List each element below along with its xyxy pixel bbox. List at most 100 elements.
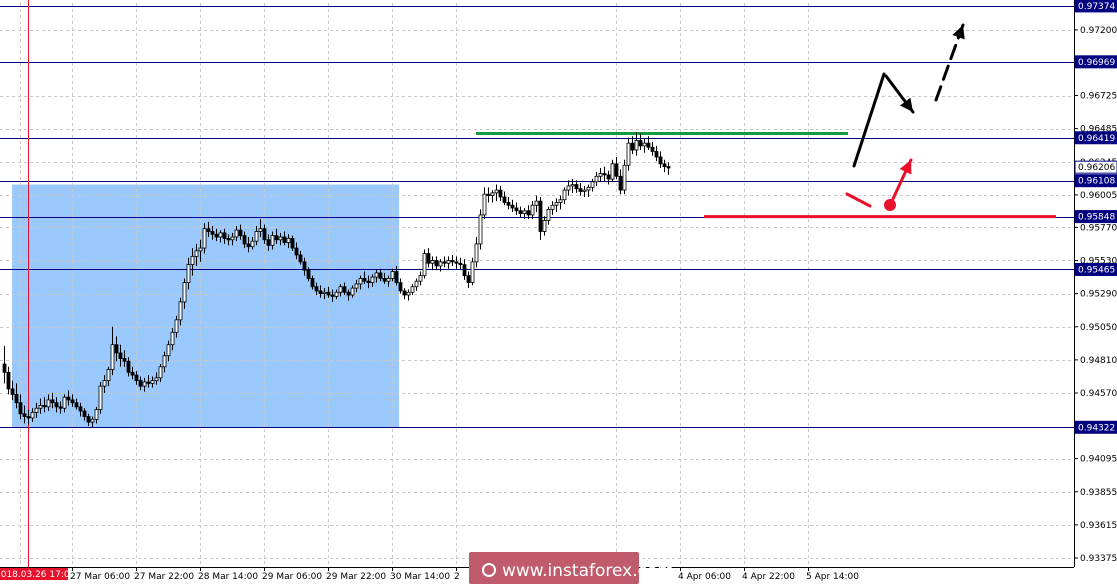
candle-body bbox=[10, 388, 15, 395]
candle-body bbox=[170, 331, 175, 346]
candle-body bbox=[486, 193, 491, 197]
y-tick-label: 0.96725 bbox=[1080, 92, 1117, 102]
candle-body bbox=[630, 142, 635, 151]
candle-body bbox=[650, 146, 655, 152]
candle-body bbox=[466, 275, 471, 283]
candle-body bbox=[354, 283, 359, 289]
candle-body bbox=[526, 210, 531, 216]
candle-body bbox=[150, 380, 155, 384]
candle-body bbox=[318, 290, 323, 295]
candle-body bbox=[326, 291, 331, 296]
candle-body bbox=[482, 193, 487, 216]
candle-body bbox=[634, 139, 639, 151]
candle-body bbox=[246, 243, 251, 248]
y-tick-label: 0.97200 bbox=[1080, 26, 1117, 36]
candle-body bbox=[350, 287, 355, 296]
candle-body bbox=[222, 232, 227, 239]
x-tick-label: 2 bbox=[454, 572, 460, 582]
candle-body bbox=[602, 173, 607, 176]
candle-body bbox=[362, 278, 367, 282]
candle bbox=[622, 159, 627, 195]
candle-body bbox=[250, 240, 255, 248]
candle-body bbox=[26, 416, 31, 419]
candle-body bbox=[278, 236, 283, 241]
candle-body bbox=[122, 358, 127, 362]
candle-body bbox=[218, 232, 223, 238]
candle-body bbox=[542, 220, 547, 232]
candle-body bbox=[474, 243, 479, 263]
candle-body bbox=[534, 200, 539, 206]
x-tick-label: 4 Apr 22:00 bbox=[742, 572, 795, 582]
candle-body bbox=[646, 142, 651, 148]
candle-body bbox=[406, 291, 411, 296]
candle bbox=[478, 209, 483, 250]
candle-body bbox=[510, 204, 515, 209]
candle-body bbox=[554, 202, 559, 206]
alt-pivot-dot bbox=[884, 199, 896, 211]
x-tick-label: 4 Apr 06:00 bbox=[678, 572, 731, 582]
candle-body bbox=[78, 406, 83, 412]
candle-body bbox=[242, 235, 247, 245]
candle-body bbox=[230, 236, 235, 241]
y-tick-label: 0.94810 bbox=[1080, 356, 1117, 366]
candle-body bbox=[98, 385, 103, 411]
candle-body bbox=[598, 173, 603, 177]
candle-body bbox=[42, 405, 47, 408]
candle-body bbox=[142, 381, 147, 387]
candle-body bbox=[302, 261, 307, 271]
highlight-zone-layer bbox=[12, 184, 399, 428]
candle-body bbox=[454, 261, 459, 264]
y-tick-label: 0.96005 bbox=[1080, 191, 1117, 201]
candle-body bbox=[518, 210, 523, 214]
candle-body bbox=[38, 405, 43, 409]
candle-body bbox=[378, 272, 383, 279]
x-tick-label: 30 Mar 14:00 bbox=[390, 572, 450, 582]
candle-body bbox=[62, 396, 67, 409]
candle-body bbox=[402, 290, 407, 296]
candle-body bbox=[590, 181, 595, 188]
candle-body bbox=[550, 204, 555, 210]
candle-body bbox=[566, 185, 571, 191]
candle-body bbox=[558, 199, 563, 203]
candle-body bbox=[462, 264, 467, 277]
candle-body bbox=[82, 410, 87, 417]
y-tick-label: 0.95770 bbox=[1080, 223, 1117, 233]
candle-body bbox=[22, 413, 27, 417]
candle-body bbox=[338, 286, 343, 293]
candle-body bbox=[342, 286, 347, 293]
candle-body bbox=[502, 196, 507, 203]
candle-body bbox=[490, 192, 495, 197]
highlight-zone bbox=[12, 184, 399, 428]
candle-body bbox=[234, 229, 239, 238]
candle-body bbox=[130, 371, 135, 376]
candle-body bbox=[286, 238, 291, 243]
candle-body bbox=[614, 163, 619, 177]
x-tick-label: 27 Mar 22:00 bbox=[134, 572, 194, 582]
candle-body bbox=[66, 396, 71, 401]
candle-body bbox=[2, 363, 7, 373]
candle-body bbox=[94, 409, 99, 420]
candle-body bbox=[194, 250, 199, 257]
x-tick-label: 29 Mar 06:00 bbox=[262, 572, 322, 582]
candle-body bbox=[578, 188, 583, 192]
candle-body bbox=[398, 282, 403, 292]
candle-body bbox=[210, 231, 215, 235]
candle-body bbox=[622, 164, 627, 191]
candle-body bbox=[6, 371, 11, 390]
candle-body bbox=[174, 319, 179, 333]
x-tick-label: 27 Mar 06:00 bbox=[70, 572, 130, 582]
candle-body bbox=[294, 247, 299, 256]
candle-body bbox=[314, 286, 319, 292]
y-tick-label: 0.95050 bbox=[1080, 323, 1117, 333]
candle-body bbox=[134, 374, 139, 382]
candle-body bbox=[34, 407, 39, 413]
candle-body bbox=[662, 163, 667, 168]
candle-body bbox=[238, 229, 243, 237]
candle-body bbox=[430, 260, 435, 264]
candle-body bbox=[298, 254, 303, 263]
candle-body bbox=[274, 235, 279, 241]
candle-body bbox=[146, 381, 151, 384]
candle-body bbox=[434, 260, 439, 267]
y-tick-label: 0.95290 bbox=[1080, 290, 1117, 300]
candle-body bbox=[514, 207, 519, 212]
